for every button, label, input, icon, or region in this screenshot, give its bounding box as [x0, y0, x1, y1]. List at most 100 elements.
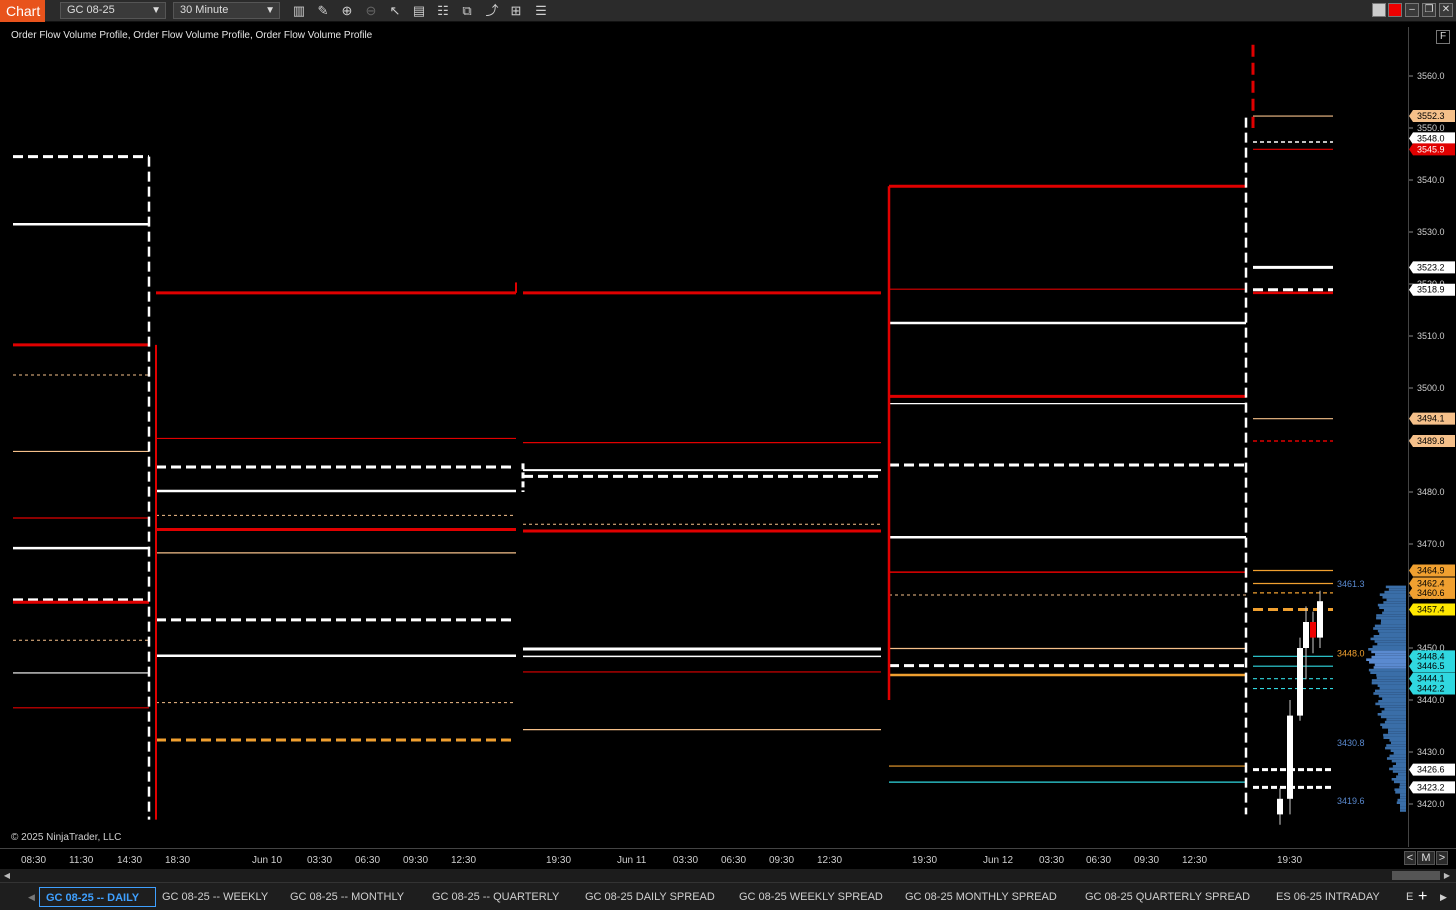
tab-gc-daily[interactable]: GC 08-25 -- DAILY [39, 887, 156, 907]
tab-gc-quarterly-spread[interactable]: GC 08-25 QUARTERLY SPREAD [1085, 887, 1250, 907]
tab-e-truncated[interactable]: E [1406, 887, 1413, 907]
volume-profile-bar [1379, 632, 1406, 635]
price-marker: 3494.1 [1409, 412, 1455, 425]
time-tick-label: Jun 10 [252, 855, 283, 866]
chevron-down-icon: ▼ [265, 5, 275, 16]
price-axis[interactable]: 3560.03550.03540.03530.03520.03510.03500… [1408, 27, 1456, 847]
candle-body[interactable] [1303, 622, 1309, 648]
volume-profile-bar [1377, 629, 1406, 633]
price-tick-label: 3510.0 [1417, 331, 1445, 341]
price-marker: 3523.2 [1409, 261, 1455, 274]
price-tick-label: 3440.0 [1417, 695, 1445, 705]
candle-body[interactable] [1297, 648, 1303, 716]
price-marker: 3552.3 [1409, 110, 1455, 123]
scroll-right-icon[interactable]: ▶ [1442, 870, 1452, 881]
volume-profile-bar [1400, 806, 1406, 810]
price-marker-label: 3460.6 [1417, 588, 1445, 598]
scroll-thumb[interactable] [1392, 871, 1440, 880]
volume-profile-bar [1390, 741, 1406, 745]
tab-gc-daily-spread[interactable]: GC 08-25 DAILY SPREAD [585, 887, 715, 907]
price-tick-label: 3470.0 [1417, 539, 1445, 549]
minimize-icon[interactable]: – [1405, 3, 1419, 17]
volume-profile-bar [1389, 739, 1406, 742]
volume-profile-bar [1368, 648, 1406, 651]
volume-profile-bar [1382, 596, 1406, 599]
zoom-in-icon[interactable]: ⊕ [339, 3, 355, 19]
volume-profile-bar [1373, 666, 1406, 669]
pencil-icon[interactable]: ✎ [315, 3, 331, 19]
price-marker-label: 3523.2 [1417, 262, 1445, 272]
zoom-out-icon[interactable]: ⊖ [363, 3, 379, 19]
close-icon[interactable]: ✕ [1439, 3, 1453, 17]
volume-profile-plot[interactable]: 3461.3 3448.0 3430.8 3419.6 [8, 27, 1408, 847]
horizontal-scrollbar[interactable]: ◀ ▶ [0, 869, 1456, 882]
volume-profile-bar [1383, 736, 1406, 739]
f-button[interactable]: F [1436, 30, 1450, 44]
price-marker-label: 3518.9 [1417, 285, 1445, 295]
data-box-icon[interactable]: ▤ [411, 3, 427, 19]
list-icon[interactable]: ☰ [533, 3, 549, 19]
scroll-left-icon[interactable]: ◀ [2, 870, 12, 881]
price-marker-label: 3444.1 [1417, 674, 1445, 684]
bar-type-icon[interactable]: ▥ [291, 3, 307, 19]
volume-profile-bar [1384, 720, 1406, 724]
volume-profile-bar [1389, 754, 1406, 758]
time-tick-label: 12:30 [817, 855, 843, 866]
volume-profile-bar [1388, 731, 1406, 734]
time-tick-label: 19:30 [1277, 855, 1303, 866]
tab-es-intraday[interactable]: ES 06-25 INTRADAY [1276, 887, 1380, 907]
volume-profile-bar [1400, 804, 1406, 807]
volume-profile-bar [1383, 601, 1406, 604]
tab-gc-monthly-spread[interactable]: GC 08-25 MONTHLY SPREAD [905, 887, 1057, 907]
strategies-icon[interactable]: ⤴ [484, 3, 500, 19]
tabs-scroll-left-icon[interactable]: ◀ [28, 887, 35, 907]
add-tab-icon[interactable]: + [1418, 887, 1427, 907]
volume-profile-bar [1378, 694, 1406, 698]
volume-profile-bar [1400, 796, 1406, 799]
candle-body[interactable] [1317, 601, 1323, 638]
volume-profile-bar [1383, 609, 1406, 612]
time-tick-label: 03:30 [1039, 855, 1065, 866]
zoom-mode-button[interactable]: M [1417, 851, 1435, 865]
price-marker-label: 3442.2 [1417, 684, 1445, 694]
price-marker: 3545.9 [1409, 143, 1455, 156]
properties-icon[interactable]: ☷ [435, 3, 451, 19]
time-tick-label: 19:30 [546, 855, 572, 866]
templates-icon[interactable]: ⧉ [459, 3, 475, 19]
chart-panel[interactable]: 3461.3 3448.0 3430.8 3419.6 [8, 27, 1408, 847]
time-tick-label: Jun 12 [983, 855, 1014, 866]
volume-profile-bar [1392, 765, 1406, 768]
volume-profile-bar [1394, 788, 1406, 791]
pointer-icon[interactable]: ↖ [387, 3, 403, 19]
volume-profile-bar [1381, 710, 1406, 713]
volume-profile-bar [1379, 606, 1406, 609]
volume-profile-bar [1390, 749, 1406, 752]
volume-profile-bar [1377, 603, 1406, 607]
scroll-left-button[interactable]: < [1404, 851, 1416, 865]
interval-selector[interactable]: 30 Minute ▼ [173, 2, 280, 19]
time-axis[interactable]: 08:30 11:30 14:30 18:30 Jun 10 03:30 06:30 09:3… [0, 848, 1456, 868]
indicators-icon[interactable]: ⊞ [508, 3, 524, 19]
instrument-selector[interactable]: GC 08-25 ▼ [60, 2, 166, 19]
price-marker-label: 3464.9 [1417, 566, 1445, 576]
candle-body[interactable] [1310, 622, 1316, 638]
price-tick-label: 3480.0 [1417, 487, 1445, 497]
tab-gc-monthly[interactable]: GC 08-25 -- MONTHLY [290, 887, 404, 907]
volume-profile-bar [1377, 642, 1406, 646]
chart-window-tab[interactable]: Chart [0, 0, 45, 22]
scroll-right-button[interactable]: > [1436, 851, 1448, 865]
volume-profile-bar [1375, 653, 1406, 656]
candle-body[interactable] [1287, 715, 1293, 799]
maximize-icon[interactable]: ❐ [1422, 3, 1436, 17]
price-tick-label: 3540.0 [1417, 175, 1445, 185]
tab-gc-weekly[interactable]: GC 08-25 -- WEEKLY [162, 887, 268, 907]
scroll-tabs-right-icon[interactable]: ▶ [1440, 887, 1447, 907]
volume-profile-bar [1371, 681, 1406, 685]
time-tick-label: 09:30 [1134, 855, 1160, 866]
tab-gc-weekly-spread[interactable]: GC 08-25 WEEKLY SPREAD [739, 887, 883, 907]
candle-body[interactable] [1277, 798, 1283, 815]
volume-profile-bar [1384, 707, 1406, 711]
restore-icon[interactable] [1372, 3, 1386, 17]
tab-gc-quarterly[interactable]: GC 08-25 -- QUARTERLY [432, 887, 559, 907]
red-icon[interactable] [1388, 3, 1402, 17]
